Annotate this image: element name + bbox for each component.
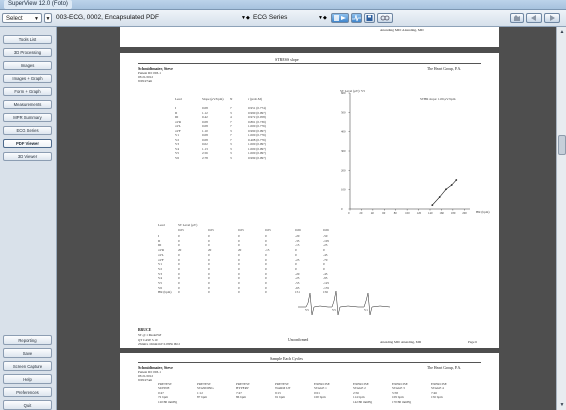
layout-icon[interactable] [331, 13, 349, 23]
chevron-down-icon: ▼ [34, 16, 39, 22]
company-name: The Heart Group, P.A. [427, 366, 462, 370]
strip-label: V5 [332, 308, 336, 312]
scroll-down-icon[interactable]: ▼ [558, 401, 566, 409]
section-title: Sample Each Cycles [270, 356, 303, 361]
button-label: Reporting [18, 338, 37, 343]
sidebar-item-ecg-series[interactable]: ECG Series [3, 126, 52, 135]
forward-arrow-icon[interactable] [544, 13, 560, 23]
button-label: Preferences [16, 390, 39, 395]
scroll-thumb[interactable] [558, 135, 566, 155]
button-label: Screen Capture [12, 364, 43, 369]
table-header: STAGE 4 [431, 386, 444, 390]
save-button[interactable]: Save [3, 348, 52, 358]
sidebar-item-label: Form + Graph [14, 89, 41, 94]
title-bar: SuperView 12.0 (Foto) [0, 0, 566, 10]
reporting-button[interactable]: Reporting [3, 335, 52, 345]
save-icon[interactable] [364, 13, 375, 23]
button-label: Save [22, 351, 33, 356]
st-model: ST @ 1 Model%P [138, 333, 162, 337]
sidebar-item-label: 3D Viewer [17, 154, 38, 159]
report-time: 9:09:27am [138, 378, 153, 382]
hand-icon[interactable] [510, 13, 524, 23]
page-number: Page 6 [468, 340, 477, 344]
sidebar-item-images[interactable]: Images [3, 61, 52, 70]
sidebar-item-3d-viewer[interactable]: 3D Viewer [3, 152, 52, 161]
sidebar-item-images-graph[interactable]: Images + Graph [3, 74, 52, 83]
button-label: Help [23, 377, 32, 382]
table-header: STANDING [197, 386, 214, 390]
table-cell: 91 bpm [275, 395, 285, 400]
sidebar-item-pdf-viewer[interactable]: PDF Viewer [3, 139, 52, 148]
table-cell: 86 bpm [236, 395, 246, 400]
table-cell: 170/80 mmHg [392, 399, 412, 404]
header-rule [138, 362, 481, 363]
sidebar-item-label: Measurements [13, 102, 42, 107]
protocol-name: BRUCE [138, 328, 152, 332]
table-header: HYPERV [236, 386, 249, 390]
table-header: SUPINE [158, 386, 170, 390]
attending-text: Attending MD: Attending, MD [380, 28, 424, 32]
attending-md: Attending MD: Attending, MD [380, 340, 422, 344]
filter-settings: 25mm/s 10mm/mV 0.05Hz IM 2 [138, 342, 180, 346]
preferences-button[interactable]: Preferences [3, 387, 52, 397]
sidebar: Tools List 3D Processing Images Images +… [0, 27, 57, 410]
strip-label: V5 [305, 308, 309, 312]
help-button[interactable]: Help [3, 374, 52, 384]
select-dropdown[interactable]: Select ▼ [2, 13, 42, 23]
screen-capture-button[interactable]: Screen Capture [3, 361, 52, 371]
ecg-trace [298, 290, 391, 316]
select-label: Select [6, 16, 23, 22]
window-title: SuperView 12.0 (Foto) [4, 0, 72, 9]
table-header: STAGE 2 [353, 386, 366, 390]
table-cell: 87 bpm [197, 395, 207, 400]
document-title: 003-ECG, 0002, Encapsulated PDF [56, 14, 159, 21]
ecg-strip: V5 V5 V1 [298, 290, 391, 316]
table-cell: 156 bpm [431, 395, 443, 400]
strip-label: V1 [364, 308, 368, 312]
sidebar-item-label: ECG Series [16, 128, 39, 133]
sidebar-item-label: PDF Viewer [16, 141, 39, 146]
document-dropdown-arrow[interactable]: ▼◆ [241, 13, 251, 23]
sidebar-item-tools-list[interactable]: Tools List [3, 35, 52, 44]
link-icon[interactable] [377, 13, 393, 23]
sidebar-item-label: Tools List [18, 37, 37, 42]
sidebar-item-label: 3D Processing [13, 50, 42, 55]
sidebar-item-mpr-summary[interactable]: MPR Summary [3, 113, 52, 122]
button-label: Quit [23, 403, 32, 408]
ecg-icon[interactable] [351, 13, 362, 23]
table-cell: 100 bpm [314, 395, 326, 400]
quit-button[interactable]: Quit [3, 400, 52, 410]
vertical-scrollbar[interactable]: ▲ ▼ [556, 27, 566, 410]
pdf-page-previous: Attending MD: Attending, MD [120, 27, 499, 47]
table-cell: 120/80 mmHg [158, 399, 178, 404]
scroll-up-icon[interactable]: ▲ [558, 28, 566, 36]
sidebar-item-form-graph[interactable]: Form + Graph [3, 87, 52, 96]
pdf-viewer[interactable]: Attending MD: Attending, MD STRESS slope… [57, 27, 556, 410]
series-dropdown-arrow[interactable]: ▼◆ [318, 13, 328, 23]
sidebar-item-label: Images + Graph [12, 76, 43, 81]
pdf-page: STRESS slope Schmidtmaier, Steve Patient… [120, 53, 499, 348]
sidebar-item-measurements[interactable]: Measurements [3, 100, 52, 109]
back-arrow-icon[interactable] [526, 13, 542, 23]
unconfirmed-label: Unconfirmed [288, 338, 309, 342]
sidebar-item-label: MPR Summary [13, 115, 42, 120]
sidebar-item-label: Images [20, 63, 35, 68]
chevron-down-icon: ▼ [45, 16, 51, 22]
document-arrow-button[interactable]: ▼ [44, 13, 52, 23]
table-cell: 142/80 mmHg [353, 399, 373, 404]
table-header: STAGE 3 [392, 386, 405, 390]
sidebar-item-3d-processing[interactable]: 3D Processing [3, 48, 52, 57]
toolbar: Select ▼ ▼ 003-ECG, 0002, Encapsulated P… [0, 10, 566, 27]
table-header: STAGE 1 [314, 386, 327, 390]
pdf-page-next: Sample Each Cycles Schmidtmaier, Steve P… [120, 353, 499, 410]
series-label: ECG Series [253, 14, 288, 21]
table-header: WARM UP [275, 386, 291, 390]
